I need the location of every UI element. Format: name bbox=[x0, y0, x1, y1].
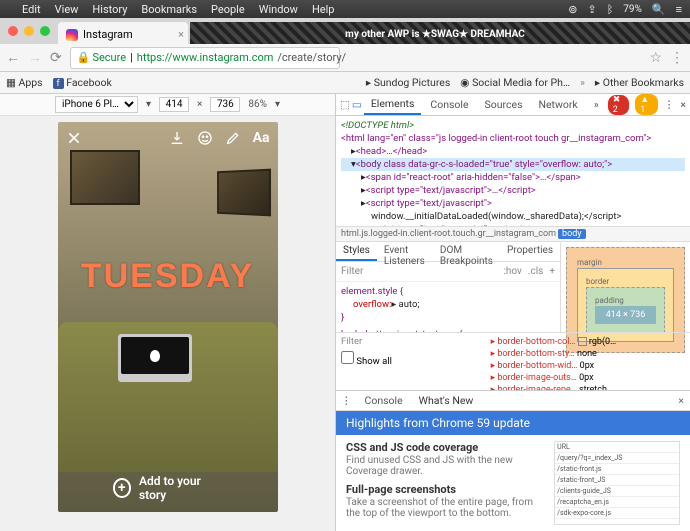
story-text-overlay[interactable]: TUESDAY bbox=[58, 257, 278, 296]
device-emulation-pane: iPhone 6 Pl… ▾ × 86% ▾ bbox=[0, 94, 335, 531]
tab-title: Instagram bbox=[83, 28, 133, 41]
story-editor-viewport[interactable]: Aa TUESDAY + Add to your story bbox=[58, 122, 278, 512]
drawer-menu-icon[interactable]: ⋮ bbox=[336, 394, 357, 407]
tab-close-icon[interactable]: × bbox=[178, 28, 184, 41]
url-host: https://www.instagram.com bbox=[137, 51, 274, 64]
chrome-tab-strip: Instagram × my other AWP is ★SWAG★ DREAM… bbox=[0, 18, 690, 44]
star-bookmark-icon[interactable]: ☆ bbox=[649, 50, 662, 66]
window-controls bbox=[0, 26, 58, 36]
tab-background-theme[interactable]: my other AWP is ★SWAG★ DREAMHAC bbox=[190, 22, 690, 44]
menu-help[interactable]: Help bbox=[312, 3, 335, 16]
device-width-input[interactable] bbox=[159, 97, 189, 112]
device-toggle-icon[interactable]: ▭ bbox=[352, 98, 362, 111]
drawer-tab-console[interactable]: Console bbox=[357, 392, 411, 409]
close-story-icon[interactable] bbox=[66, 130, 82, 149]
reload-button[interactable]: ⟳ bbox=[50, 50, 62, 66]
coverage-mini-table[interactable]: URL/query/?q=_index_JS/static-front.js/s… bbox=[554, 441, 680, 525]
background-art bbox=[217, 169, 271, 217]
apps-shortcut[interactable]: ▦ Apps bbox=[6, 76, 43, 89]
background-art bbox=[70, 150, 140, 205]
lock-icon[interactable]: 🔒 Secure bbox=[77, 51, 126, 64]
computed-filter-input[interactable]: Filter bbox=[341, 336, 362, 347]
devtools-main-tabs: ⬚ ▭ Elements Console Sources Network » ✖… bbox=[336, 94, 690, 116]
dropbox-icon[interactable]: ⇪ bbox=[587, 3, 596, 16]
inspect-icon[interactable]: ⬚ bbox=[340, 98, 350, 111]
mac-menu-bar: Edit View History Bookmarks People Windo… bbox=[0, 0, 690, 18]
subtab-event-listeners[interactable]: Event Listeners bbox=[377, 242, 433, 261]
chrome-menu-icon[interactable]: ⋮ bbox=[670, 50, 684, 66]
close-window-icon[interactable] bbox=[8, 26, 18, 36]
menu-edit[interactable]: Edit bbox=[22, 3, 41, 16]
tab-console[interactable]: Console bbox=[423, 95, 475, 114]
cls-toggle[interactable]: .cls bbox=[528, 266, 543, 277]
facebook-icon: f bbox=[53, 78, 64, 89]
styles-filter-input[interactable]: Filter bbox=[341, 266, 363, 277]
breadcrumb[interactable]: html.js.logged-in.client-root.touch.gr__… bbox=[336, 226, 690, 242]
devtools-close-icon[interactable]: × bbox=[680, 98, 686, 111]
menu-bookmarks[interactable]: Bookmarks bbox=[141, 3, 197, 16]
forward-button: → bbox=[28, 49, 42, 66]
battery-status[interactable]: 79% bbox=[623, 4, 642, 15]
new-rule-icon[interactable]: + bbox=[549, 266, 555, 277]
device-select[interactable]: iPhone 6 Pl… bbox=[55, 96, 138, 113]
subtab-properties[interactable]: Properties bbox=[500, 242, 560, 261]
wifi-icon[interactable]: ⊚ bbox=[568, 3, 577, 16]
tab-sources[interactable]: Sources bbox=[478, 95, 530, 114]
bookmark-facebook[interactable]: f Facebook bbox=[53, 76, 112, 90]
subtab-styles[interactable]: Styles bbox=[336, 242, 377, 261]
drawer-close-icon[interactable]: × bbox=[672, 394, 690, 407]
css-rules-list[interactable]: element.style {overflow:▸ auto;}…body, b… bbox=[336, 282, 560, 332]
maximize-window-icon[interactable] bbox=[40, 26, 50, 36]
devtools-menu-icon[interactable]: ⋮ bbox=[664, 98, 675, 111]
menu-extras-icon[interactable]: ≡ bbox=[676, 3, 682, 16]
styles-subtabs: Styles Event Listeners DOM Breakpoints P… bbox=[336, 242, 560, 262]
tab-more[interactable]: » bbox=[587, 95, 606, 114]
devtools-panel: ⬚ ▭ Elements Console Sources Network » ✖… bbox=[335, 94, 690, 531]
add-to-story-button[interactable]: + Add to your story bbox=[113, 474, 223, 502]
zoom-level[interactable]: 86% bbox=[248, 99, 267, 110]
address-bar[interactable]: 🔒 Secure | https://www.instagram.com/cre… bbox=[70, 47, 340, 69]
minimize-window-icon[interactable] bbox=[24, 26, 34, 36]
other-bookmarks[interactable]: ▸ Other Bookmarks bbox=[595, 76, 684, 89]
device-toolbar: iPhone 6 Pl… ▾ × 86% ▾ bbox=[0, 94, 335, 116]
draw-icon[interactable] bbox=[225, 130, 241, 149]
plus-circle-icon: + bbox=[113, 478, 132, 498]
selected-body-node[interactable]: <body class data-gr-c-s-loaded="true" st… bbox=[356, 159, 612, 170]
instagram-favicon-icon bbox=[66, 29, 78, 41]
tab-elements[interactable]: Elements bbox=[364, 94, 422, 115]
bookmark-social-media[interactable]: ◉ Social Media for Ph… bbox=[460, 76, 570, 89]
subtab-dom-breakpoints[interactable]: DOM Breakpoints bbox=[433, 242, 500, 261]
menu-people[interactable]: People bbox=[211, 3, 245, 16]
menu-window[interactable]: Window bbox=[259, 3, 298, 16]
bookmarks-bar: ▦ Apps f Facebook ▸ Sundog Pictures ◉ So… bbox=[0, 72, 690, 94]
warning-count[interactable]: ▲ 1 bbox=[635, 94, 658, 115]
tab-instagram[interactable]: Instagram × bbox=[58, 22, 188, 44]
hov-toggle[interactable]: :hov bbox=[503, 266, 521, 277]
drawer-tab-whatsnew[interactable]: What's New bbox=[411, 392, 482, 409]
back-button[interactable]: ← bbox=[6, 49, 20, 66]
device-height-input[interactable] bbox=[210, 97, 240, 112]
spotlight-icon[interactable]: 🔍 bbox=[652, 3, 666, 16]
box-model-widget[interactable]: margin border padding 414 × 736 bbox=[560, 242, 690, 332]
bluetooth-icon[interactable]: ᛒ bbox=[607, 3, 614, 16]
show-all-checkbox[interactable] bbox=[341, 351, 354, 364]
computed-pane: Filter Show all ▸ border-bottom-col… rgb… bbox=[336, 332, 690, 390]
url-path: /create/story/ bbox=[277, 51, 346, 64]
whatsnew-headline: Highlights from Chrome 59 update bbox=[336, 411, 690, 435]
devtools-drawer: ⋮ Console What's New × Highlights from C… bbox=[336, 390, 690, 531]
sticker-icon[interactable] bbox=[197, 130, 213, 149]
box-model-dims: 414 × 736 bbox=[595, 306, 656, 324]
save-icon[interactable] bbox=[169, 130, 185, 149]
text-tool-button[interactable]: Aa bbox=[253, 130, 270, 149]
dom-tree[interactable]: <!DOCTYPE html> <html lang="en" class="j… bbox=[336, 116, 690, 226]
apple-logo-icon bbox=[150, 350, 160, 362]
menu-history[interactable]: History bbox=[92, 3, 127, 16]
tab-network[interactable]: Network bbox=[532, 95, 585, 114]
error-count[interactable]: ✖ 2 bbox=[608, 95, 630, 115]
browser-toolbar: ← → ⟳ 🔒 Secure | https://www.instagram.c… bbox=[0, 44, 690, 72]
menu-view[interactable]: View bbox=[55, 3, 79, 16]
bookmark-sundog[interactable]: ▸ Sundog Pictures bbox=[366, 76, 450, 89]
